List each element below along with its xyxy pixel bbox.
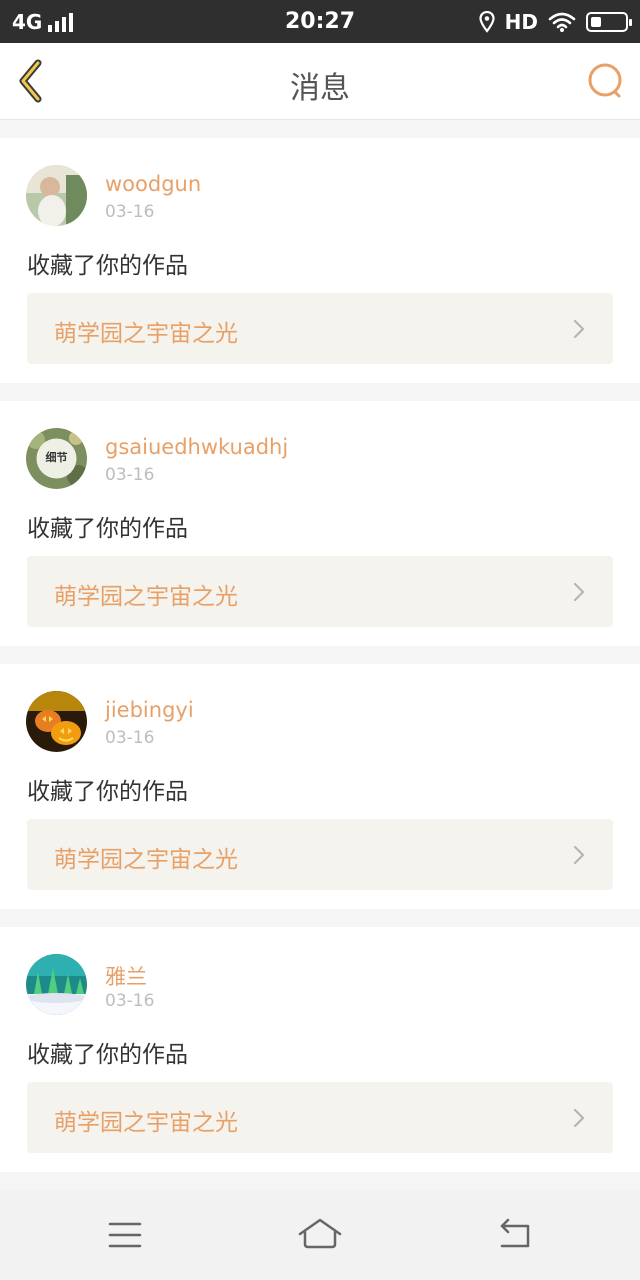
search-button[interactable] <box>586 61 626 101</box>
avatar[interactable] <box>26 954 87 1015</box>
username[interactable]: woodgun <box>105 172 201 196</box>
notification-card: 细节 gsaiuedhwkuadhj 03-16 收藏了你的作品 萌学园之宇宙之… <box>0 401 640 646</box>
system-nav-bar <box>0 1190 640 1280</box>
notification-card: 雅兰 03-16 收藏了你的作品 萌学园之宇宙之光 <box>0 927 640 1172</box>
work-link[interactable]: 萌学园之宇宙之光 <box>27 819 613 890</box>
notification-action: 收藏了你的作品 <box>27 779 188 805</box>
page-title: 消息 <box>290 71 350 106</box>
avatar[interactable] <box>26 165 87 226</box>
username[interactable]: gsaiuedhwkuadhj <box>105 435 288 459</box>
hd-indicator: HD <box>504 10 538 34</box>
username[interactable]: 雅兰 <box>105 961 147 991</box>
notification-date: 03-16 <box>105 991 155 1011</box>
home-icon <box>298 1218 342 1249</box>
avatar-image: 细节 <box>26 428 87 489</box>
notification-action: 收藏了你的作品 <box>27 516 188 542</box>
back-arrow-icon <box>500 1218 530 1248</box>
avatar[interactable] <box>26 691 87 752</box>
work-title: 萌学园之宇宙之光 <box>54 1110 238 1136</box>
notification-action: 收藏了你的作品 <box>27 253 188 279</box>
search-icon <box>588 63 622 98</box>
notification-date: 03-16 <box>105 728 155 748</box>
work-title: 萌学园之宇宙之光 <box>54 847 238 873</box>
notification-date: 03-16 <box>105 202 155 222</box>
work-link[interactable]: 萌学园之宇宙之光 <box>27 293 613 364</box>
avatar-image <box>26 954 87 1015</box>
home-button[interactable] <box>295 1212 345 1258</box>
avatar-text: 细节 <box>46 450 68 464</box>
chevron-right-icon <box>573 319 585 339</box>
work-title: 萌学园之宇宙之光 <box>54 321 238 347</box>
app-header: 消息 <box>0 43 640 120</box>
work-link[interactable]: 萌学园之宇宙之光 <box>27 1082 613 1153</box>
work-link[interactable]: 萌学园之宇宙之光 <box>27 556 613 627</box>
avatar-image <box>26 691 87 752</box>
avatar-image <box>26 165 87 226</box>
chevron-right-icon <box>573 1108 585 1128</box>
work-title: 萌学园之宇宙之光 <box>54 584 238 610</box>
location-icon <box>479 11 495 33</box>
notification-date: 03-16 <box>105 465 155 485</box>
chevron-right-icon <box>573 845 585 865</box>
menu-icon <box>108 1222 142 1248</box>
battery-fill <box>591 17 602 27</box>
username[interactable]: jiebingyi <box>105 698 194 722</box>
menu-button[interactable] <box>100 1212 150 1258</box>
back-nav-button[interactable] <box>490 1212 540 1258</box>
wifi-icon <box>548 12 576 32</box>
battery-icon <box>586 12 632 32</box>
chevron-right-icon <box>573 582 585 602</box>
status-right: HD <box>479 10 632 34</box>
status-bar: 4G 20:27 HD <box>0 0 640 43</box>
notification-card: jiebingyi 03-16 收藏了你的作品 萌学园之宇宙之光 <box>0 664 640 909</box>
notification-feed: woodgun 03-16 收藏了你的作品 萌学园之宇宙之光 细节 gsaiue… <box>0 120 640 1172</box>
notification-card: woodgun 03-16 收藏了你的作品 萌学园之宇宙之光 <box>0 138 640 383</box>
avatar[interactable]: 细节 <box>26 428 87 489</box>
notification-action: 收藏了你的作品 <box>27 1042 188 1068</box>
